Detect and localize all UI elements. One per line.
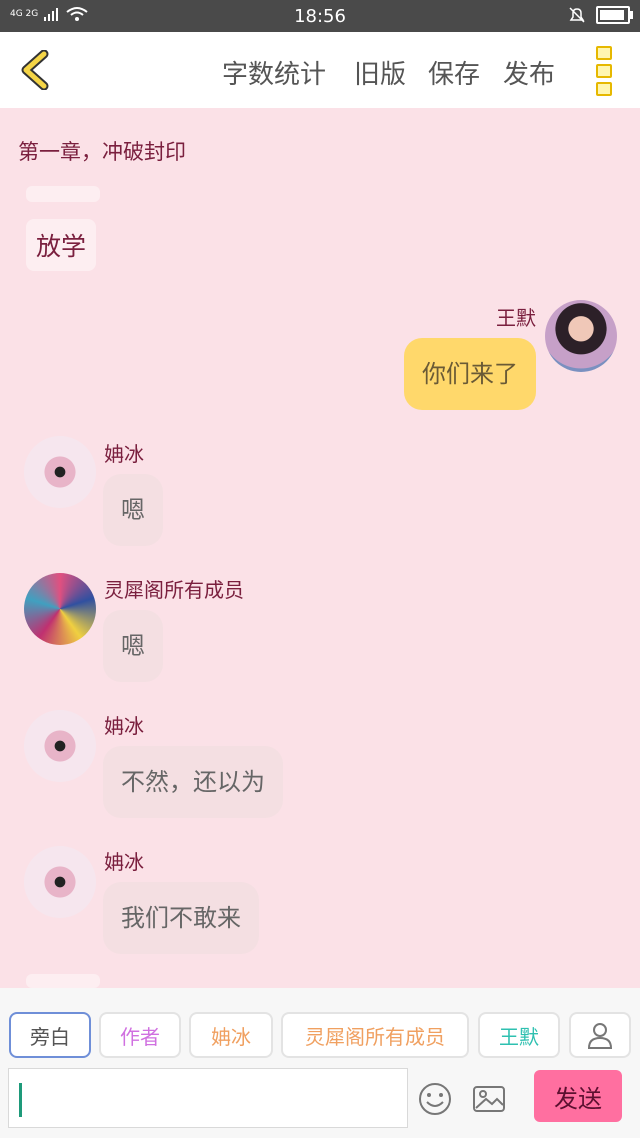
role-chip-label: 作者 xyxy=(120,1024,160,1049)
message-bubble[interactable]: 嗯 xyxy=(103,610,163,682)
word-count-button[interactable]: 字数统计 xyxy=(222,54,326,91)
role-chip-label: 灵犀阁所有成员 xyxy=(305,1024,445,1049)
role-chip-lingxige[interactable]: 灵犀阁所有成员 xyxy=(281,1012,469,1058)
image-icon[interactable] xyxy=(472,1082,506,1116)
status-bar: 4G 2G 18:56 xyxy=(0,0,640,32)
add-role-button[interactable] xyxy=(569,1012,631,1058)
sender-name: 灵犀阁所有成员 xyxy=(104,578,244,602)
role-chip-label: 姌冰 xyxy=(211,1024,251,1049)
chapter-title: 第一章，冲破封印 xyxy=(18,140,186,164)
message-input[interactable] xyxy=(8,1068,408,1128)
narration-bubble[interactable]: 放学 xyxy=(26,219,97,271)
role-chip-label: 王默 xyxy=(499,1024,539,1049)
save-button[interactable]: 保存 xyxy=(428,54,480,91)
avatar[interactable] xyxy=(545,300,617,372)
sender-name: 姌冰 xyxy=(104,850,144,874)
role-chip-label: 旁白 xyxy=(30,1024,70,1049)
compose-panel: 旁白 作者 姌冰 灵犀阁所有成员 王默 发送 xyxy=(0,988,640,1138)
publish-button[interactable]: 发布 xyxy=(503,54,555,91)
message-bubble[interactable]: 嗯 xyxy=(103,474,163,546)
role-chip-wangmo[interactable]: 王默 xyxy=(478,1012,560,1058)
battery-icon xyxy=(596,6,633,24)
role-chip-author[interactable]: 作者 xyxy=(99,1012,181,1058)
send-button[interactable]: 发送 xyxy=(534,1070,622,1122)
avatar[interactable] xyxy=(24,573,96,645)
avatar[interactable] xyxy=(24,846,96,918)
avatar[interactable] xyxy=(24,710,96,782)
sender-name: 姌冰 xyxy=(104,714,144,738)
message-bubble[interactable]: 不然，还以为 xyxy=(103,746,283,818)
text-caret xyxy=(19,1083,22,1117)
sender-name: 姌冰 xyxy=(104,442,144,466)
role-chip-narration[interactable]: 旁白 xyxy=(9,1012,91,1058)
avatar[interactable] xyxy=(24,436,96,508)
person-icon xyxy=(587,1023,613,1049)
role-chip-ranbing[interactable]: 姌冰 xyxy=(189,1012,273,1058)
sender-name: 王默 xyxy=(496,306,536,330)
next-message-stub xyxy=(26,974,100,988)
message-bubble[interactable]: 你们来了 xyxy=(404,338,536,410)
silent-bell-icon xyxy=(569,7,585,23)
more-menu-icon[interactable] xyxy=(596,46,612,96)
narration-stub xyxy=(26,186,100,202)
status-right xyxy=(568,6,633,24)
status-time: 18:56 xyxy=(294,6,346,27)
message-bubble[interactable]: 我们不敢来 xyxy=(103,882,259,954)
emoji-icon[interactable] xyxy=(418,1082,452,1116)
top-bar: 字数统计 旧版 保存 发布 xyxy=(0,32,640,108)
old-version-button[interactable]: 旧版 xyxy=(354,54,406,91)
back-chevron-icon[interactable] xyxy=(18,50,54,90)
